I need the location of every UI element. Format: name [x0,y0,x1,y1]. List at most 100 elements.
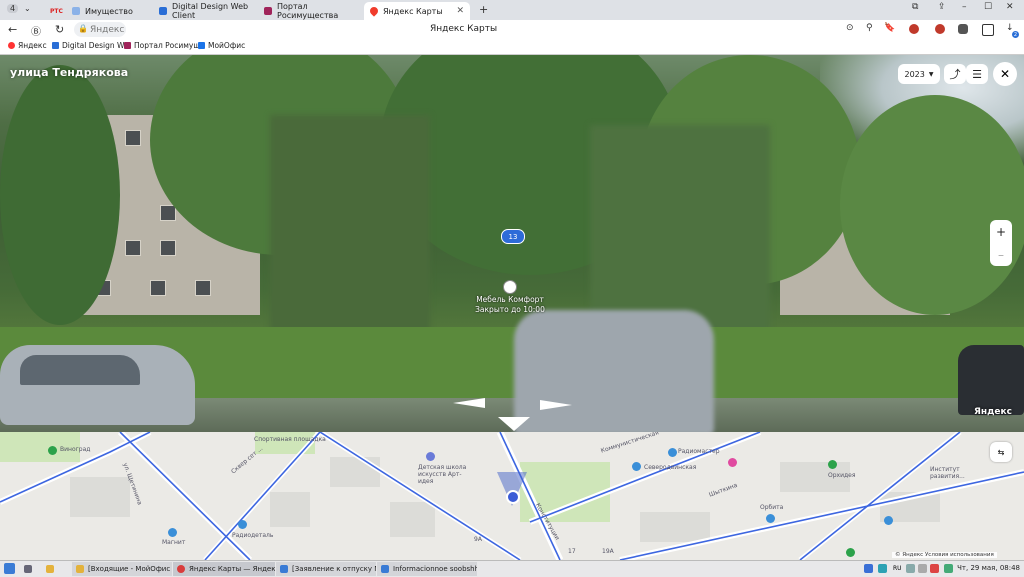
task-yandex-browser[interactable]: Яндекс Карты — Яндекс ... [173,562,275,576]
current-position-icon[interactable] [506,490,520,504]
close-tab-icon[interactable]: ✕ [456,6,464,16]
map-copyright[interactable]: © Яндекс Условия использования [892,552,997,558]
files-icon[interactable] [42,562,60,576]
map-label: Орхидея [828,472,856,479]
nav-arrow-left-icon[interactable] [453,398,485,408]
extension-icon[interactable] [958,24,968,34]
yandex-tray-icon[interactable] [864,564,873,573]
bookmark-label: Яндекс [18,41,47,50]
close-panorama-button[interactable]: ✕ [993,62,1017,86]
shop-pin-icon[interactable] [238,520,247,529]
poi-name[interactable]: Мебель Комфорт [465,295,555,304]
bookmarks-bar: Яндекс Digital Design We Портал Росимущ … [0,40,1024,55]
extension-icon[interactable] [909,24,919,34]
tab-rts[interactable]: РТС [44,2,66,20]
extension-icon[interactable] [982,24,994,36]
nav-arrow-right-icon[interactable] [540,400,572,410]
shop-pin-icon[interactable] [766,514,775,523]
menu-button[interactable]: ☰ [966,64,988,84]
year-selector[interactable]: 2023 ▼ [898,64,940,84]
url-text: Яндекс [90,24,125,35]
tab-label: Имущество [85,6,133,16]
clock[interactable]: Чт, 29 мая, 08:48 [957,564,1020,572]
property-favicon-icon [72,7,80,15]
tab-label: Яндекс Карты [383,6,443,16]
dd-favicon-icon [159,7,167,15]
bookmark-myoffice[interactable]: МойОфис [198,41,245,50]
zoom-out-button[interactable]: – [990,243,1012,266]
bookmark-yandex[interactable]: Яндекс [8,41,47,50]
bookmark-digital-design[interactable]: Digital Design We [52,41,129,50]
new-tab-icon[interactable]: + [479,3,488,16]
window [195,280,211,296]
shop-pin-icon[interactable] [168,528,177,537]
tab-yandex-maps[interactable]: Яндекс Карты ✕ [364,2,470,20]
yandex-button-icon[interactable]: Ⓑ [31,23,41,38]
poi-store-icon[interactable] [503,280,517,294]
tab-imushchestvo[interactable]: Имущество [66,2,152,20]
nav-arrow-down-icon[interactable] [498,417,530,431]
yandex-icon [8,42,15,49]
dd-icon [52,42,59,49]
network-icon[interactable] [906,564,915,573]
tab-manager-icon[interactable]: ⧉ [912,2,918,12]
tray-icon[interactable] [878,564,887,573]
tray-icon[interactable] [944,564,953,573]
shop-pin-icon[interactable] [884,516,893,525]
shop-pin-icon[interactable] [48,446,57,455]
year-value: 2023 [904,69,925,79]
map-label: Радиодеталь [232,532,274,539]
map-label: Институт развития... [930,466,965,480]
tab-counter[interactable]: 4 [7,4,19,13]
house-number-badge[interactable]: 13 [501,229,525,244]
tab-list-chevron-icon[interactable]: ⌄ [24,4,31,13]
school-pin-icon[interactable] [426,452,435,461]
task-label: [Входящие - МойОфис П... [88,565,172,573]
tree [840,95,1024,315]
reload-icon[interactable]: ↻ [55,23,64,36]
tab-rosimushchestvo[interactable]: Портал Росимущества [258,2,362,20]
minimize-icon[interactable]: – [962,2,967,12]
lock-icon: 🔒 [78,24,88,33]
tab-digital-design[interactable]: Digital Design Web Client [153,2,257,20]
task-myoffice-mail[interactable]: [Входящие - МойОфис П... [72,562,172,576]
desktop-icon [24,565,32,573]
url-field[interactable]: 🔒 Яндекс [74,22,126,37]
close-window-icon[interactable]: ✕ [1006,2,1014,12]
back-icon[interactable]: ← [8,23,17,36]
shop-pin-icon[interactable] [846,548,855,557]
document-icon [280,565,288,573]
task-informacionnoe[interactable]: Informacionnoe soobshhe... [377,562,477,576]
start-menu-icon[interactable] [4,563,15,574]
task-document[interactable]: [Заявление к отпуску МП... [276,562,376,576]
shield-icon[interactable]: ⊙ [846,23,854,33]
poi-status: Закрыто до 10:00 [475,305,545,314]
shop-pin-icon[interactable] [632,462,641,471]
share-icon[interactable]: ⇪ [938,2,946,12]
street-panorama[interactable]: улица Тендрякова 2023 ▼ ⤴ ☰ ✕ + – 13 Меб… [0,55,1024,432]
shop-pin-icon[interactable] [828,460,837,469]
task-label: [Заявление к отпуску МП... [292,565,376,573]
show-desktop-icon[interactable] [20,562,38,576]
bookmark-rosimushchestvo[interactable]: Портал Росимущ [124,41,200,50]
map-label: Радиомастер [678,448,720,455]
language-indicator[interactable]: RU [893,565,902,572]
tab-label: Digital Design Web Client [172,2,249,20]
folder-icon [46,565,54,573]
taskbar: [Входящие - МойОфис П... Яндекс Карты — … [0,560,1024,577]
extension-icon[interactable] [935,24,945,34]
tray-icon[interactable] [930,564,939,573]
zoom-in-button[interactable]: + [990,220,1012,243]
mini-map[interactable]: Виноград ул. Щетинина Спортивная площадк… [0,432,1024,560]
shop-pin-icon[interactable] [668,448,677,457]
shop-pin-icon[interactable] [728,458,737,467]
maximize-icon[interactable]: ☐ [984,2,992,12]
rts-label: РТС [50,7,63,15]
volume-icon[interactable] [918,564,927,573]
portal-icon [124,42,131,49]
bookmark-label: МойОфис [208,41,246,50]
share-link-button[interactable]: ⤴ [944,64,966,84]
location-icon[interactable]: ⚲ [866,23,873,33]
bookmark-icon[interactable]: 🔖 [884,23,895,33]
expand-map-button[interactable]: ⇆ [990,442,1012,462]
